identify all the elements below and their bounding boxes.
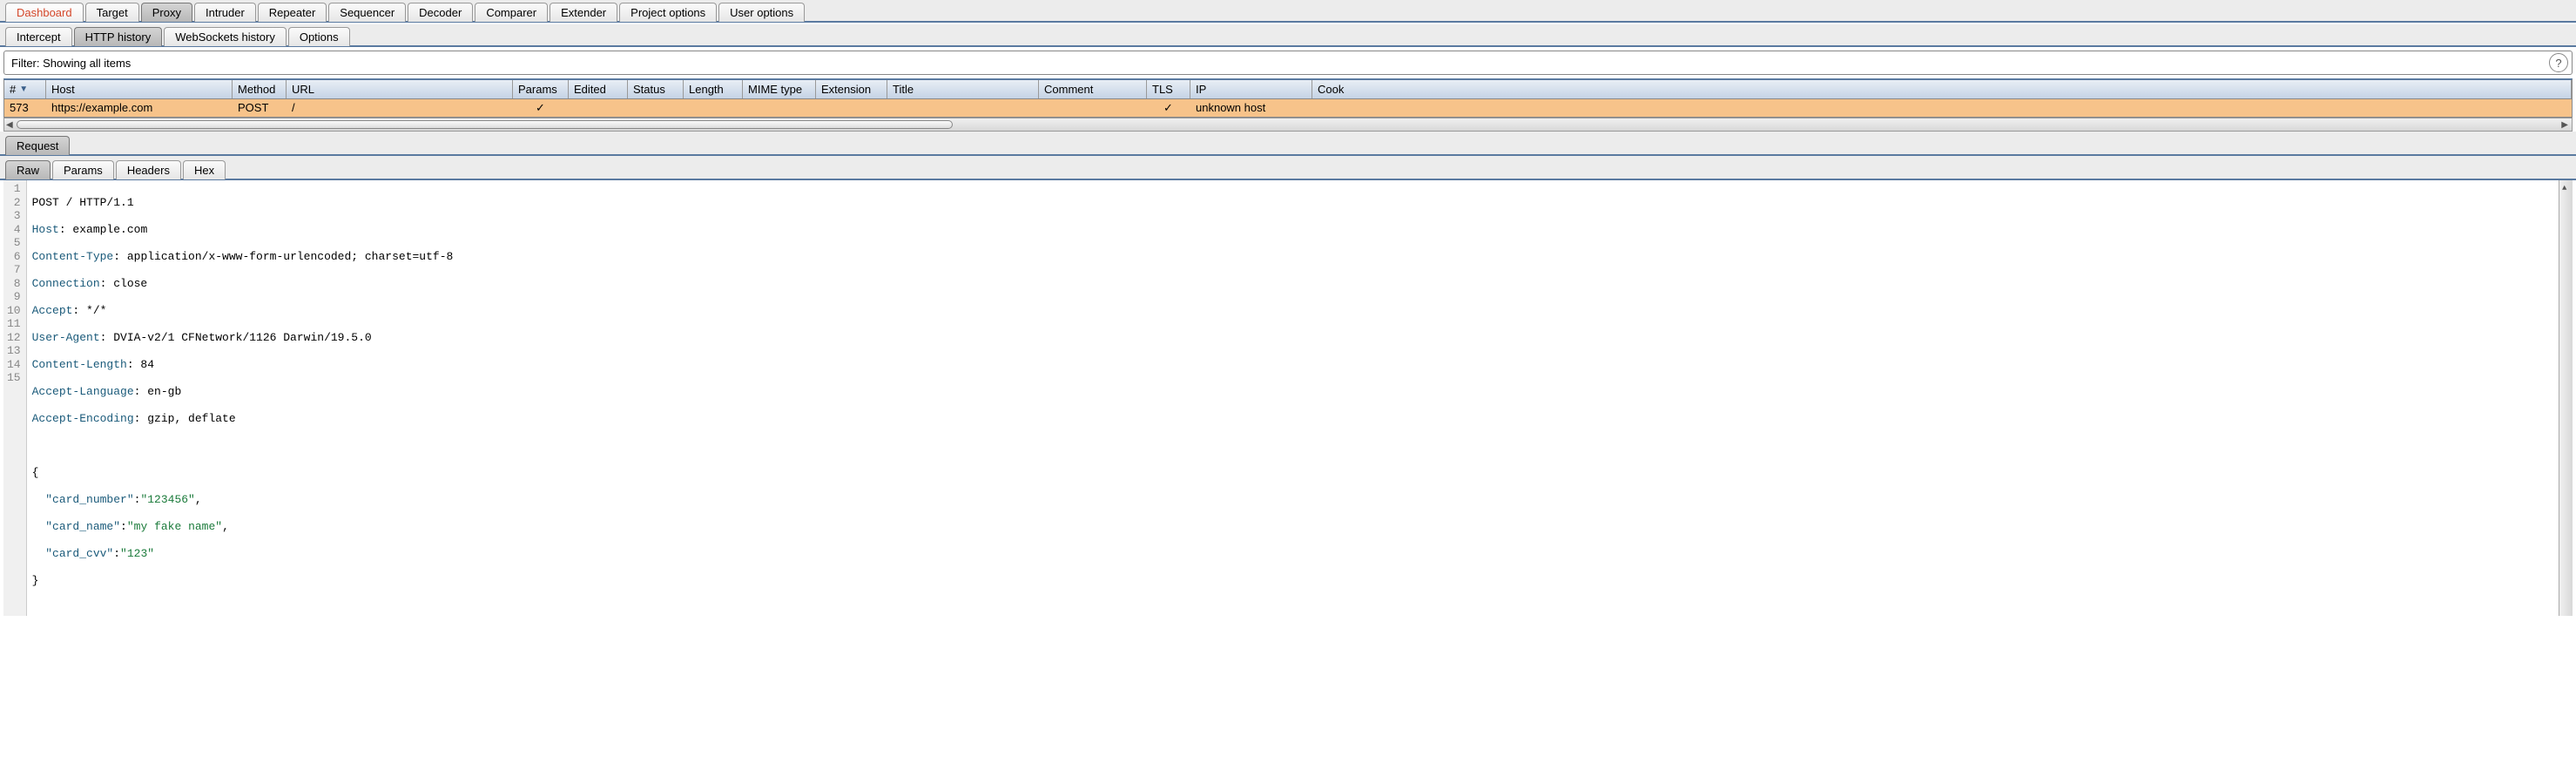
- col-ext[interactable]: Extension: [816, 80, 887, 98]
- filter-bar[interactable]: Filter: Showing all items ?: [3, 51, 2573, 75]
- tab-sequencer[interactable]: Sequencer: [328, 3, 406, 22]
- col-edited[interactable]: Edited: [569, 80, 628, 98]
- tab-request[interactable]: Request: [5, 136, 70, 155]
- cell-ext: [816, 99, 887, 117]
- tab-proxy[interactable]: Proxy: [141, 3, 192, 22]
- main-tab-row: Dashboard Target Proxy Intruder Repeater…: [0, 0, 2576, 23]
- tab-intruder[interactable]: Intruder: [194, 3, 256, 22]
- h-scrollbar[interactable]: ◀ ▶: [3, 118, 2573, 132]
- tab-target[interactable]: Target: [85, 3, 139, 22]
- v-scrollbar[interactable]: ▲: [2559, 180, 2573, 616]
- cell-status: [628, 99, 684, 117]
- tab-decoder[interactable]: Decoder: [408, 3, 473, 22]
- col-cook[interactable]: Cook: [1312, 80, 2572, 98]
- tab-raw[interactable]: Raw: [5, 160, 51, 179]
- table-header: #▼ Host Method URL Params Edited Status …: [4, 80, 2572, 99]
- col-url[interactable]: URL: [287, 80, 513, 98]
- col-host[interactable]: Host: [46, 80, 233, 98]
- cell-edited: [569, 99, 628, 117]
- request-tab-row: Request: [0, 132, 2576, 156]
- proxy-sub-tab-row: Intercept HTTP history WebSockets histor…: [0, 24, 2576, 47]
- code-content[interactable]: POST / HTTP/1.1 Host: example.com Conten…: [27, 180, 2559, 616]
- cell-url: /: [287, 99, 513, 117]
- history-table: #▼ Host Method URL Params Edited Status …: [3, 78, 2573, 118]
- tab-http-history[interactable]: HTTP history: [74, 27, 163, 46]
- scroll-left-icon[interactable]: ◀: [6, 120, 13, 130]
- col-title[interactable]: Title: [887, 80, 1039, 98]
- cell-ip: unknown host: [1190, 99, 1312, 117]
- tab-comparer[interactable]: Comparer: [475, 3, 548, 22]
- sort-arrow-icon: ▼: [19, 84, 28, 94]
- tab-intercept[interactable]: Intercept: [5, 27, 72, 46]
- raw-request-editor[interactable]: 123456789101112131415 POST / HTTP/1.1 Ho…: [3, 180, 2573, 616]
- col-params[interactable]: Params: [513, 80, 569, 98]
- tab-extender[interactable]: Extender: [550, 3, 617, 22]
- col-num[interactable]: #▼: [4, 80, 46, 98]
- line-gutter: 123456789101112131415: [3, 180, 27, 616]
- cell-num: 573: [4, 99, 46, 117]
- filter-text: Filter: Showing all items: [4, 53, 2546, 73]
- tab-hex[interactable]: Hex: [183, 160, 226, 179]
- col-comment[interactable]: Comment: [1039, 80, 1147, 98]
- scroll-thumb[interactable]: [17, 120, 953, 129]
- tab-options[interactable]: Options: [288, 27, 350, 46]
- cell-tls: ✓: [1147, 99, 1190, 117]
- col-status[interactable]: Status: [628, 80, 684, 98]
- cell-comment: [1039, 99, 1147, 117]
- col-tls[interactable]: TLS: [1147, 80, 1190, 98]
- tab-repeater[interactable]: Repeater: [258, 3, 327, 22]
- view-tab-row: Raw Params Headers Hex: [0, 156, 2576, 180]
- tab-websockets-history[interactable]: WebSockets history: [164, 27, 287, 46]
- col-length[interactable]: Length: [684, 80, 743, 98]
- cell-cook: [1312, 99, 2572, 117]
- cell-params: ✓: [513, 99, 569, 117]
- cell-title: [887, 99, 1039, 117]
- cell-method: POST: [233, 99, 287, 117]
- scroll-right-icon[interactable]: ▶: [2561, 120, 2568, 130]
- cell-mime: [743, 99, 816, 117]
- col-ip[interactable]: IP: [1190, 80, 1312, 98]
- tab-project-options[interactable]: Project options: [619, 3, 717, 22]
- tab-headers[interactable]: Headers: [116, 160, 181, 179]
- tab-user-options[interactable]: User options: [718, 3, 805, 22]
- cell-host: https://example.com: [46, 99, 233, 117]
- col-method[interactable]: Method: [233, 80, 287, 98]
- tab-params[interactable]: Params: [52, 160, 114, 179]
- help-icon[interactable]: ?: [2549, 53, 2568, 72]
- cell-length: [684, 99, 743, 117]
- col-mime[interactable]: MIME type: [743, 80, 816, 98]
- scroll-up-icon[interactable]: ▲: [2562, 182, 2566, 196]
- tab-dashboard[interactable]: Dashboard: [5, 3, 84, 22]
- table-row[interactable]: 573 https://example.com POST / ✓ ✓ unkno…: [4, 99, 2572, 117]
